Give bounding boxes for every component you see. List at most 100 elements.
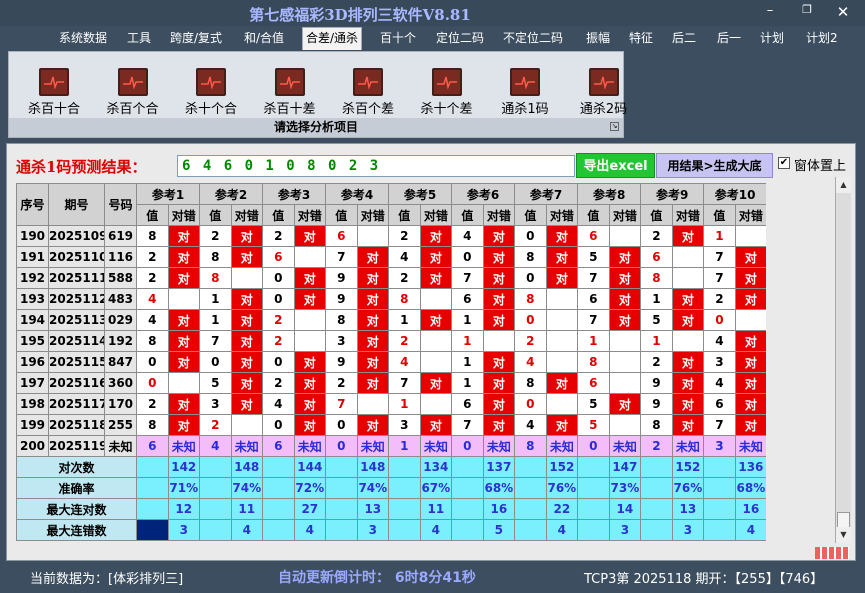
pending-row[interactable]: 200 2025119 未知 6 未知 4 未知 6 未知 0 未知 1 未知 0 未知 8 未知 0 未知 2 未知 3… — [16, 435, 766, 457]
prediction-label: 通杀1码预测结果： — [16, 158, 147, 176]
scroll-up-icon[interactable]: ▲ — [836, 177, 851, 193]
issue-cell: 2025116 — [48, 372, 105, 394]
scroll-thumb[interactable] — [837, 512, 850, 528]
ribbon-button-8[interactable]: 通杀2码 — [569, 68, 645, 117]
ribbon-button-2[interactable]: 杀百个合 — [98, 68, 174, 117]
table-row[interactable]: 195 2025114 192 8 对 7 对 2 3 对 2 1 2 1 1 4 对 — [16, 330, 766, 352]
ribbon-expand-icon[interactable]: ↘ — [610, 122, 619, 131]
stats-spacer — [388, 456, 421, 478]
match-cell — [545, 393, 579, 415]
issue-cell: 2025119 — [48, 435, 105, 457]
stats-spacer — [640, 498, 673, 520]
match-cell: 对 — [230, 393, 264, 415]
restore-icon[interactable]: ❐ — [797, 3, 817, 16]
table-row[interactable]: 199 2025118 255 8 对 2 0 对 0 对 3 对 7 对 4 对 5 8 对 7 对 — [16, 414, 766, 436]
match-cell: 对 — [356, 330, 390, 352]
table-row[interactable]: 196 2025115 847 0 对 0 对 0 对 9 对 4 1 对 4 8 2 对 3 对 — [16, 351, 766, 373]
match-cell: 对 — [545, 414, 579, 436]
value-subheader: 值 — [451, 204, 484, 226]
ribbon-button-label: 杀百十合 — [27, 102, 80, 117]
match-cell: 对 — [734, 351, 766, 373]
close-icon[interactable]: ✕ — [833, 3, 853, 21]
match-cell — [167, 372, 201, 394]
match-cell: 对 — [356, 351, 390, 373]
match-cell — [608, 330, 642, 352]
value-subheader: 值 — [388, 204, 421, 226]
value-cell: 0 — [703, 309, 736, 331]
seq-cell: 190 — [16, 225, 49, 247]
stats-spacer — [577, 456, 610, 478]
table-row[interactable]: 198 2025117 170 2 对 3 对 4 对 7 1 6 对 0 5 对 9 对 6 对 — [16, 393, 766, 415]
vertical-scrollbar[interactable]: ▲ ▼ — [835, 177, 851, 543]
stats-row: 准确率 71% 74% 72% 74% 67% 68% 76% 73% 76% 68% — [16, 477, 766, 499]
value-cell: 8 — [199, 246, 232, 268]
value-cell: 7 — [703, 414, 736, 436]
menu-item-12[interactable]: 后一 — [714, 29, 744, 49]
menu-item-2[interactable]: 工具 — [124, 29, 154, 49]
menu-item-7[interactable]: 定位二码 — [433, 29, 487, 49]
stay-on-top-checkbox[interactable]: ✔ — [778, 157, 790, 169]
value-cell: 2 — [640, 351, 673, 373]
value-cell: 8 — [514, 288, 547, 310]
export-excel-button[interactable]: 导出excel — [576, 153, 655, 178]
resize-grip[interactable] — [815, 547, 849, 559]
match-cell: 对 — [671, 288, 705, 310]
value-cell: 8 — [514, 372, 547, 394]
menu-item-6[interactable]: 百十个 — [377, 29, 419, 49]
value-subheader: 值 — [199, 204, 232, 226]
issue-cell: 2025111 — [48, 267, 105, 289]
value-cell: 2 — [388, 267, 421, 289]
menu-item-14[interactable]: 计划2 — [803, 29, 841, 49]
ribbon-button-6[interactable]: 杀十个差 — [412, 68, 488, 117]
value-cell: 7 — [451, 267, 484, 289]
ribbon-button-3[interactable]: 杀十个合 — [176, 68, 252, 117]
menu-item-9[interactable]: 振幅 — [583, 29, 613, 49]
stats-value: 16 — [734, 498, 766, 520]
ribbon-button-7[interactable]: 通杀1码 — [490, 68, 566, 117]
table-row[interactable]: 192 2025111 588 2 对 8 0 对 9 对 2 对 7 对 0 对 7 对 8 7 对 — [16, 267, 766, 289]
stats-value: 11 — [419, 498, 453, 520]
value-cell: 0 — [199, 351, 232, 373]
match-cell — [293, 246, 327, 268]
stats-spacer — [703, 477, 736, 499]
match-cell: 对 — [545, 372, 579, 394]
table-row[interactable]: 193 2025112 483 4 1 对 0 对 9 对 8 6 对 8 6 对 1 对 2 对 — [16, 288, 766, 310]
value-cell: 1 — [388, 435, 421, 457]
value-cell: 0 — [451, 246, 484, 268]
table-row[interactable]: 190 2025109 619 8 对 2 对 2 对 6 2 对 4 对 0 对 6 2 对 1 — [16, 225, 766, 247]
value-cell: 2 — [262, 330, 295, 352]
match-cell — [419, 351, 453, 373]
ribbon-button-4[interactable]: 杀百十差 — [255, 68, 331, 117]
menu-item-5[interactable]: 合差/通杀 — [302, 27, 363, 50]
stats-value: 136 — [734, 456, 766, 478]
menu-item-13[interactable]: 计划 — [757, 29, 787, 49]
value-cell: 5 — [640, 309, 673, 331]
match-cell: 对 — [419, 267, 453, 289]
match-cell: 对 — [230, 351, 264, 373]
value-cell: 6 — [451, 288, 484, 310]
number-cell: 588 — [104, 267, 137, 289]
menu-item-3[interactable]: 跨度/复式 — [167, 29, 225, 49]
ref-header: 参考3 — [262, 183, 327, 205]
table-row[interactable]: 197 2025116 360 0 5 对 2 对 2 对 7 对 1 对 8 对 6 9 对 4 对 — [16, 372, 766, 394]
scroll-down-icon[interactable]: ▼ — [836, 527, 851, 543]
menu-item-1[interactable]: 系统数据 — [56, 29, 110, 49]
menu-item-11[interactable]: 后二 — [669, 29, 699, 49]
title-bar: 第七感福彩3D排列三软件V8.81 – ❐ ✕ — [0, 0, 865, 26]
stats-value: 11 — [230, 498, 264, 520]
value-cell: 4 — [136, 288, 169, 310]
ribbon-button-1[interactable]: 杀百十合 — [19, 68, 95, 117]
menu-item-8[interactable]: 不定位二码 — [500, 29, 566, 49]
generate-base-button[interactable]: 用结果>生成大底 — [656, 153, 773, 178]
match-cell: 对 — [482, 267, 516, 289]
table-row[interactable]: 191 2025110 116 2 对 8 对 6 7 对 4 对 0 对 8 对 5 对 6 7 对 — [16, 246, 766, 268]
table-row[interactable]: 194 2025113 029 4 对 1 对 2 8 对 1 对 1 对 0 7 对 5 对 0 — [16, 309, 766, 331]
stats-label: 对次数 — [16, 456, 137, 478]
menu-item-10[interactable]: 特征 — [626, 29, 656, 49]
menu-item-4[interactable]: 和/合值 — [241, 29, 287, 49]
match-cell — [167, 288, 201, 310]
minimize-icon[interactable]: – — [760, 3, 780, 18]
match-cell: 对 — [419, 309, 453, 331]
ribbon-button-5[interactable]: 杀百个差 — [333, 68, 409, 117]
stats-spacer — [451, 519, 484, 541]
